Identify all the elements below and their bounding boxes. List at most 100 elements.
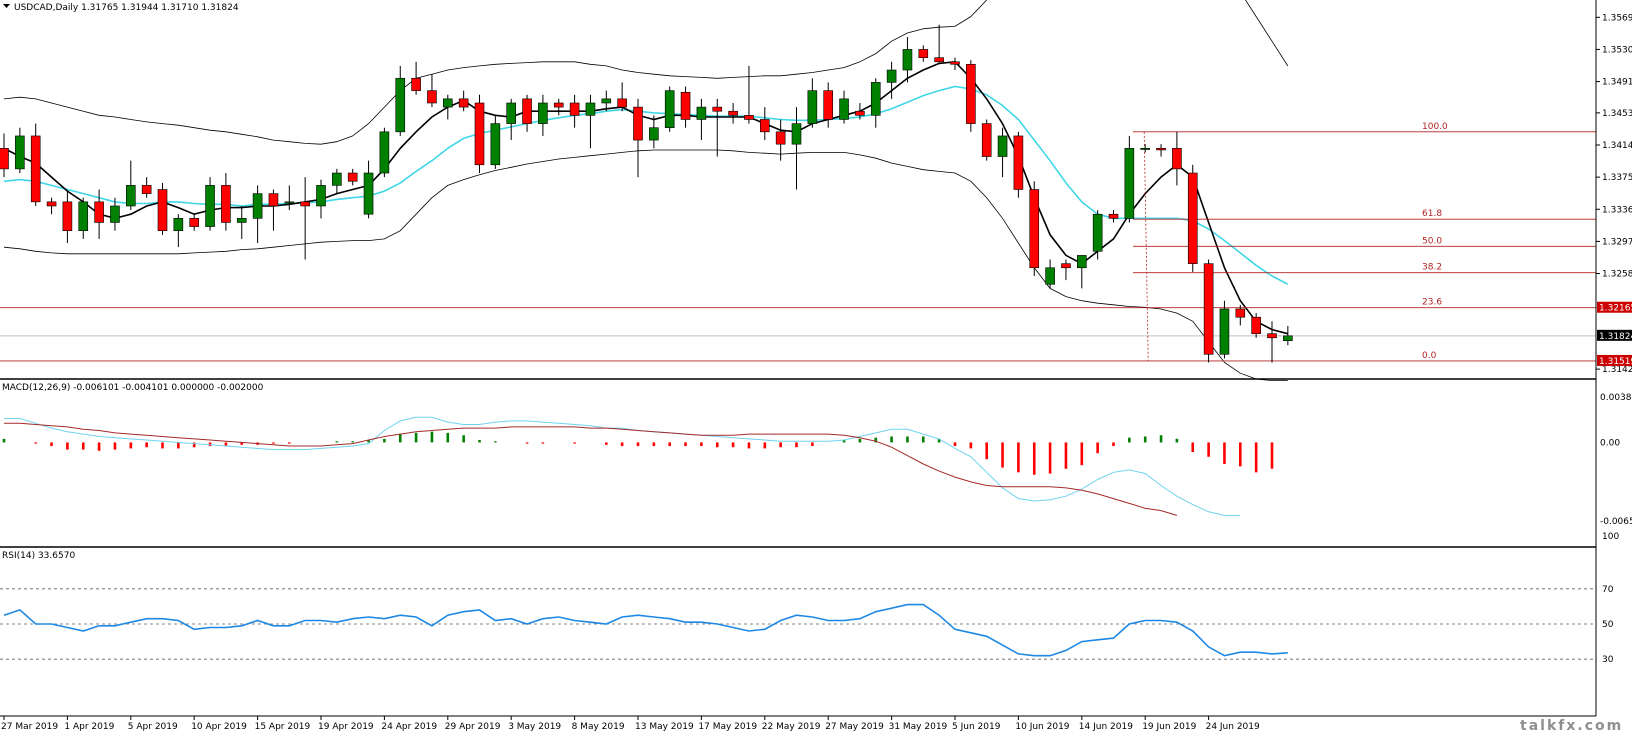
bull-candle: [379, 131, 390, 174]
bear-candle: [1108, 213, 1119, 219]
price-tick-label: 1.34910: [1602, 78, 1632, 88]
bear-candle: [1187, 172, 1198, 264]
bear-candle: [1251, 316, 1261, 334]
time-tick-label: 15 Apr 2019: [255, 722, 311, 732]
macd-panel[interactable]: MACD(12,26,9) -0.006101 -0.004101 0.0000…: [0, 378, 1596, 516]
bull-candle: [252, 193, 263, 219]
time-tick-label: 29 Apr 2019: [445, 722, 501, 732]
fib-level-label: 0.0: [1422, 351, 1437, 361]
bull-candle: [902, 49, 913, 71]
bull-candle: [1092, 213, 1103, 252]
time-tick-label: 22 May 2019: [762, 722, 821, 732]
bull-candle: [807, 90, 818, 124]
bear-candle: [728, 110, 738, 116]
bear-candle: [0, 148, 9, 170]
bear-candle: [1156, 148, 1166, 151]
bull-candle: [236, 218, 247, 223]
bear-candle: [62, 201, 73, 231]
time-tick-label: 10 Jun 2019: [1015, 722, 1069, 732]
bear-candle: [744, 115, 754, 120]
rsi-tick-label: 100: [1602, 532, 1619, 542]
rsi-indicator: [0, 588, 1596, 660]
bull-candle: [1045, 267, 1055, 285]
bear-candle: [268, 193, 279, 207]
bear-candle: [1013, 135, 1024, 190]
time-tick-label: 10 Apr 2019: [191, 722, 247, 732]
bear-candle: [759, 119, 770, 133]
bear-candle: [617, 98, 627, 108]
bear-candle: [157, 189, 168, 231]
bear-candle: [474, 102, 485, 166]
macd-tick-label: -0.00657: [1600, 517, 1632, 527]
bear-candle: [966, 63, 976, 124]
bull-candle: [649, 127, 659, 141]
bear-candle: [1203, 263, 1214, 355]
bear-candle: [633, 106, 643, 141]
rsi-tick-label: 70: [1602, 585, 1614, 595]
bull-candle: [839, 98, 849, 120]
fib-level-label: 61.8: [1422, 209, 1442, 219]
fib-level-label: 50.0: [1422, 236, 1442, 246]
time-tick-label: 5 Jun 2019: [952, 722, 1001, 732]
bull-candle: [585, 102, 596, 116]
bull-candle: [205, 185, 215, 227]
bear-candle: [411, 77, 421, 91]
bull-candle: [601, 98, 612, 104]
bull-candle: [506, 102, 517, 124]
bear-candle: [950, 61, 960, 65]
price-tag-label: 1.31519: [1599, 357, 1632, 367]
macd-tick-label: 0.00: [1600, 438, 1620, 448]
macd-indicator: [2, 416, 1274, 516]
bull-candle: [316, 185, 326, 207]
rsi-panel[interactable]: RSI(14) 33.6570: [0, 546, 1596, 660]
price-panel[interactable]: 100.0 61.8 50.0 38.2 23.6 0.0 USDCAD,Daily 1.…: [0, 0, 1596, 382]
bear-candle: [427, 90, 437, 104]
bull-candle: [1077, 255, 1087, 269]
time-tick-label: 13 May 2019: [635, 722, 694, 732]
time-tick-label: 19 Apr 2019: [318, 722, 374, 732]
time-tick-label: 24 Apr 2019: [381, 722, 437, 732]
bull-candle: [870, 82, 881, 116]
bull-candle: [173, 218, 184, 231]
chart-svg: 100.0 61.8 50.0 38.2 23.6 0.0 USDCAD,Daily 1.…: [0, 0, 1632, 734]
macd-header: MACD(12,26,9) -0.006101 -0.004101 0.0000…: [2, 383, 264, 393]
bear-candle: [855, 110, 865, 116]
price-axis[interactable]: 1.35690 1.35300 1.34910 1.34530 1.34140 1.337…: [1596, 13, 1632, 665]
bull-candle: [284, 201, 295, 204]
bear-candle: [775, 131, 786, 145]
time-tick-label: 8 May 2019: [572, 722, 625, 732]
time-tick-label: 27 Mar 2019: [1, 722, 58, 732]
time-tick-label: 3 May 2019: [508, 722, 561, 732]
bull-candle: [332, 172, 342, 186]
bull-candle: [110, 205, 120, 223]
bear-candle: [46, 201, 57, 207]
bull-candle: [363, 172, 374, 215]
bull-candle: [886, 69, 897, 83]
bear-candle: [347, 172, 358, 182]
rsi-tick-label: 30: [1602, 655, 1614, 665]
price-tick-label: 1.34140: [1602, 141, 1632, 151]
time-tick-label: 14 Jun 2019: [1079, 722, 1133, 732]
bull-candle: [1124, 148, 1135, 219]
fib-level-label: 100.0: [1422, 122, 1448, 132]
bear-candle: [1029, 189, 1040, 269]
bear-candle: [300, 201, 310, 207]
bull-candle: [490, 123, 501, 166]
price-tag-label: 1.32165: [1599, 304, 1632, 314]
bull-candle: [538, 102, 548, 124]
time-tick-label: 24 Jun 2019: [1206, 722, 1260, 732]
bull-candle: [1140, 148, 1150, 150]
price-tag-label: 1.31824: [1599, 332, 1632, 342]
signal-line: [4, 422, 1178, 516]
bull-candle: [1283, 335, 1293, 341]
bear-candle: [30, 135, 41, 203]
time-tick-label: 27 May 2019: [825, 722, 884, 732]
symbol-header: USDCAD,Daily 1.31765 1.31944 1.31710 1.3…: [14, 3, 239, 13]
bull-candle: [696, 106, 707, 120]
bull-candle: [442, 98, 453, 108]
price-tick-label: 1.33360: [1602, 205, 1632, 215]
price-tick-label: 1.33750: [1602, 173, 1632, 183]
time-axis[interactable]: 27 Mar 2019 1 Apr 2019 5 Apr 2019 10 Apr 20…: [1, 716, 1260, 732]
bull-candle: [126, 185, 136, 207]
bull-candle: [791, 123, 802, 145]
